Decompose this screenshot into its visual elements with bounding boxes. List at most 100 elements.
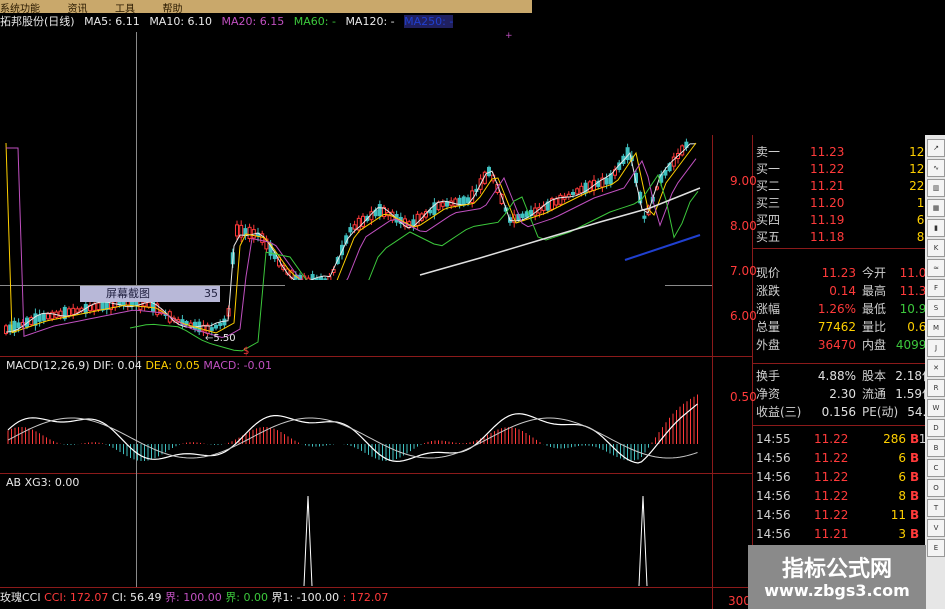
order-price: 11.21 (810, 179, 845, 193)
fund-value: 0.156 (821, 405, 856, 419)
tick-volume: 286 (883, 432, 906, 446)
stat-value: 77462 (817, 320, 856, 334)
jie-2: 界: 0.00 (225, 591, 268, 604)
tick-volume: 11 (890, 508, 906, 522)
redacted-area (285, 280, 665, 355)
fund-label: 换手 (756, 369, 781, 383)
tick-price: 11.22 (814, 470, 849, 484)
toolbar-sar-icon[interactable]: S (927, 299, 945, 317)
ticks-divider (752, 425, 925, 426)
toolbar-v-icon[interactable]: V (927, 519, 945, 537)
tick-time: 14:56 (756, 489, 791, 503)
toolbar-vol-icon[interactable]: ▮ (927, 219, 945, 237)
jie-3: 界1: -100.00 (271, 591, 340, 604)
ci-value: CI: 56.49 (111, 591, 162, 604)
toolbar-macd-icon[interactable]: M (927, 319, 945, 337)
quote-stat-row: 外盘 36470 内盘 40992 (752, 337, 940, 354)
order-label: 买四 (756, 213, 781, 227)
macd-dif: DIF: 0.04 (93, 359, 142, 372)
order-label: 买三 (756, 196, 781, 210)
toolbar-bar-icon[interactable]: ▥ (927, 179, 945, 197)
tick-price: 11.22 (814, 432, 849, 446)
order-label: 买五 (756, 230, 781, 244)
stat-label: 总量 (756, 320, 781, 334)
toolbar-chart-icon[interactable]: ↗ (927, 139, 945, 157)
fundamental-row: 收益(三) 0.156 PE(动) 54.1 (752, 404, 940, 421)
toolbar-line-icon[interactable]: ∿ (927, 159, 945, 177)
tooltip-label: 屏幕截图 (106, 287, 150, 300)
candle-body (461, 196, 466, 206)
candle-body (642, 215, 647, 219)
toolbar-t-icon[interactable]: T (927, 499, 945, 517)
macd-chart[interactable] (0, 372, 712, 472)
tick-volume: 6 (898, 470, 906, 484)
fund-label-2: 股本 (862, 369, 887, 383)
fund-label-2: 流通 (862, 387, 887, 401)
toolbar-b-icon[interactable]: B (927, 439, 945, 457)
toolbar-wave-icon[interactable]: ≈ (927, 259, 945, 277)
tick-volume: 6 (898, 451, 906, 465)
tick-price: 11.21 (814, 527, 849, 541)
candle-body (214, 324, 218, 329)
fund-value: 4.88% (817, 369, 856, 383)
tick-volume: 8 (898, 489, 906, 503)
stat-label-2: 最低 (862, 302, 887, 316)
toolbar-w-icon[interactable]: W (927, 399, 945, 417)
stat-value: 1.26% (817, 302, 856, 316)
candle-body (134, 301, 139, 306)
candle-body (466, 197, 470, 204)
toolbar-grid-icon[interactable]: ▦ (927, 199, 945, 217)
jie-1: 界: 100.00 (165, 591, 222, 604)
order-book-row: 买五11.1880 (752, 229, 940, 246)
tick-price: 11.22 (814, 489, 849, 503)
screenshot-tooltip: 屏幕截图 35 (80, 286, 220, 302)
toolbar-o-icon[interactable]: O (927, 479, 945, 497)
order-price: 11.18 (810, 230, 845, 244)
xg-divider (0, 473, 752, 474)
fund-label: 收益(三) (756, 405, 802, 419)
fundamental-row: 换手 4.88% 股本 2.18亿 (752, 368, 940, 385)
toolbar-c-icon[interactable]: C (927, 459, 945, 477)
candle-body (247, 226, 252, 239)
stock-title: 拓邦股份(日线) (0, 15, 75, 28)
xg-spike-1 (303, 495, 313, 587)
toolbar-fiz-icon[interactable]: F (927, 279, 945, 297)
chart-header: 拓邦股份(日线) MA5: 6.11 MA10: 6.10 MA20: 6.15… (0, 13, 459, 31)
toolbar-k-icon[interactable]: K (927, 239, 945, 257)
candle-body (587, 181, 592, 193)
tick-side: B (910, 451, 920, 465)
toolbar-kdj-icon[interactable]: J (927, 339, 945, 357)
candle-body (222, 318, 227, 326)
fundamental-stats: 换手 4.88% 股本 2.18亿 净资 2.30 流通 1.59亿 收益(三) 0.156 PE(… (752, 368, 934, 424)
candle-body (520, 213, 525, 219)
toolbar-rsi-icon[interactable]: R (927, 379, 945, 397)
stat-label-2: 内盘 (862, 338, 887, 352)
tick-side: B (910, 508, 920, 522)
toolbar-e-icon[interactable]: E (927, 539, 945, 557)
watermark: 指标公式网 www.zbgs3.com (748, 545, 926, 609)
watermark-url: www.zbgs3.com (764, 581, 910, 600)
signal-mark: $ (243, 346, 250, 357)
tick-time: 14:55 (756, 432, 791, 446)
fund-label-2: PE(动) (862, 405, 899, 419)
candle-body (440, 202, 445, 207)
toolbar-x-icon[interactable]: ✕ (927, 359, 945, 377)
order-book-row: 买四11.1965 (752, 212, 940, 229)
xg-spike-2 (638, 495, 648, 587)
order-price: 11.23 (810, 145, 845, 159)
candle-body (92, 303, 97, 311)
tick-side: B (910, 489, 920, 503)
ma60-readout: MA60: - (293, 15, 336, 28)
macd-dea: DEA: 0.05 (145, 359, 200, 372)
tick-time: 14:56 (756, 451, 791, 465)
toolbar-d-icon[interactable]: D (927, 419, 945, 437)
macd-title: MACD(12,26,9) (6, 359, 90, 372)
candle-body (558, 194, 563, 205)
candle-body (67, 308, 71, 317)
tick-side: B (910, 470, 920, 484)
tick-time: 14:56 (756, 508, 791, 522)
xg-chart[interactable] (0, 486, 712, 588)
tick-row: 14:5511.22286B16 (752, 430, 940, 448)
stat-value: 0.14 (829, 284, 856, 298)
order-price: 11.22 (810, 162, 845, 176)
